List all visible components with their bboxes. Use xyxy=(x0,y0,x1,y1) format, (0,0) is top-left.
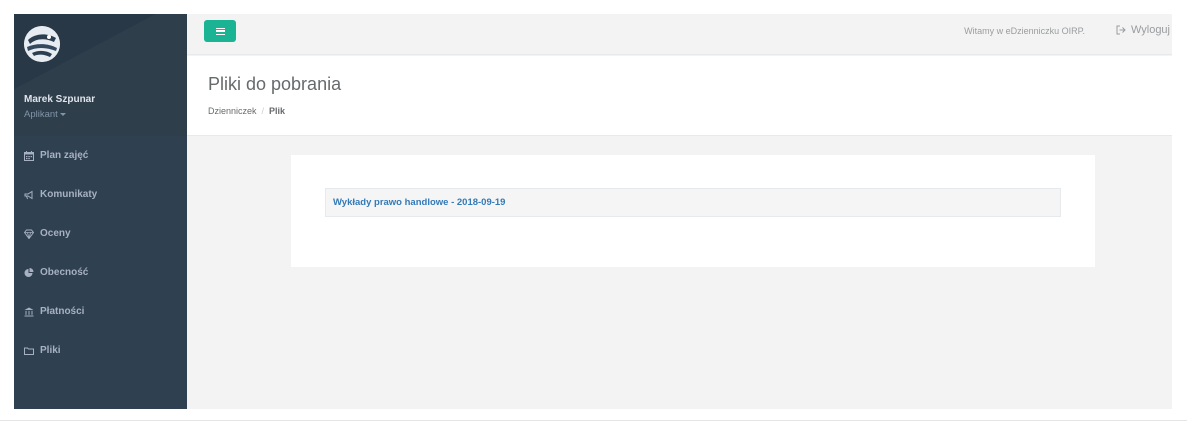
breadcrumb: Dzienniczek / Plik xyxy=(208,106,285,116)
bars-icon xyxy=(215,27,225,35)
page-title: Pliki do pobrania xyxy=(208,74,342,94)
welcome-message: Witamy w eDzienniczku OIRP. xyxy=(964,26,1085,36)
sidebar-item-platnosci[interactable]: Płatności xyxy=(14,292,187,331)
avatar-image xyxy=(24,26,60,62)
sidebar-item-plan-zajec[interactable]: Plan zajęć xyxy=(14,136,187,175)
diamond-icon xyxy=(23,228,34,239)
main-content: Witamy w eDzienniczku OIRP. Wyloguj Plik… xyxy=(187,14,1172,409)
breadcrumb-root[interactable]: Dzienniczek xyxy=(208,106,257,116)
pie-chart-icon xyxy=(23,267,34,278)
bank-icon xyxy=(23,306,34,317)
top-navbar: Witamy w eDzienniczku OIRP. Wyloguj xyxy=(187,14,1172,55)
calendar-icon xyxy=(23,150,34,161)
sidebar-item-pliki[interactable]: Pliki xyxy=(14,331,187,370)
user-name[interactable]: Marek Szpunar xyxy=(24,94,95,105)
list-item: Wykłady prawo handlowe - 2018-09-19 xyxy=(325,188,1061,217)
sidebar-item-label: Płatności xyxy=(40,306,85,317)
sidebar-item-obecnosc[interactable]: Obecność xyxy=(14,253,187,292)
divider xyxy=(0,420,1187,421)
sidebar-item-label: Obecność xyxy=(40,267,89,278)
folder-icon xyxy=(23,345,34,356)
menu-toggle-button[interactable] xyxy=(204,20,236,42)
file-download-link[interactable]: Wykłady prawo handlowe - 2018-09-19 xyxy=(333,197,505,208)
user-role: Aplikant xyxy=(24,109,58,120)
sidebar-nav: Plan zajęć Komunikaty Oceny Obecność Pła… xyxy=(14,136,187,370)
breadcrumb-separator: / xyxy=(261,106,265,116)
logout-link[interactable]: Wyloguj xyxy=(1116,24,1170,36)
page-heading: Pliki do pobrania Dzienniczek / Plik xyxy=(187,56,1172,136)
sidebar-item-label: Pliki xyxy=(40,345,61,356)
sidebar-item-label: Oceny xyxy=(40,228,71,239)
sidebar-item-oceny[interactable]: Oceny xyxy=(14,214,187,253)
sign-out-icon xyxy=(1116,25,1126,35)
sidebar-item-komunikaty[interactable]: Komunikaty xyxy=(14,175,187,214)
profile-panel: Marek Szpunar Aplikant xyxy=(14,14,187,136)
caret-down-icon xyxy=(59,112,66,116)
sidebar-item-label: Plan zajęć xyxy=(40,150,89,161)
avatar[interactable] xyxy=(24,26,60,62)
bullhorn-icon xyxy=(23,189,34,200)
sidebar-item-label: Komunikaty xyxy=(40,189,98,200)
breadcrumb-current: Plik xyxy=(269,106,286,116)
user-role-dropdown[interactable]: Aplikant xyxy=(24,109,66,120)
files-panel: Wykłady prawo handlowe - 2018-09-19 xyxy=(291,155,1095,267)
app-window: Marek Szpunar Aplikant Plan zajęć Komuni… xyxy=(14,14,1172,409)
sidebar: Marek Szpunar Aplikant Plan zajęć Komuni… xyxy=(14,14,187,409)
logout-label: Wyloguj xyxy=(1130,24,1170,36)
